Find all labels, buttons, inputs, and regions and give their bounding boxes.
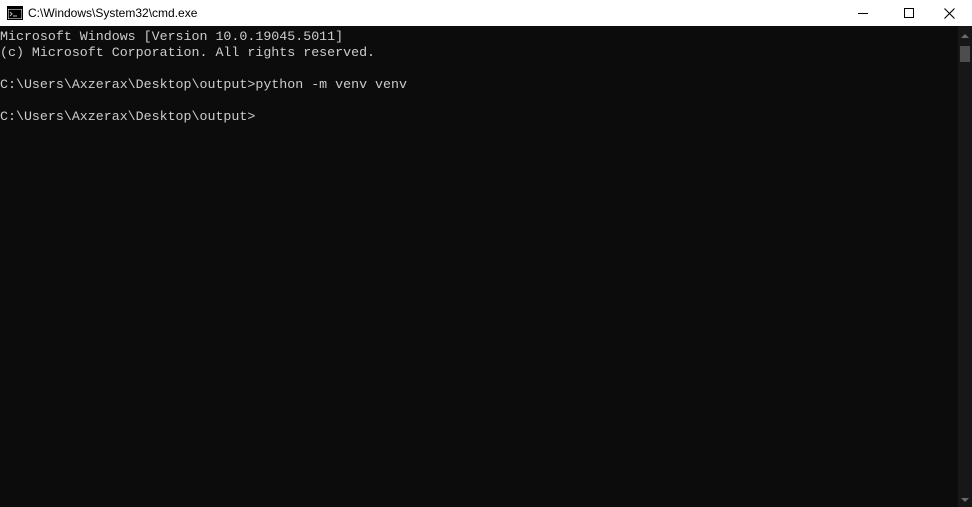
- close-button[interactable]: [926, 0, 972, 26]
- close-icon: [943, 7, 955, 19]
- chevron-up-icon: [961, 33, 969, 38]
- console-line: C:\Users\Axzerax\Desktop\output>python -…: [0, 77, 407, 92]
- console-output[interactable]: Microsoft Windows [Version 10.0.19045.50…: [0, 26, 958, 507]
- title-bar[interactable]: C:\Windows\System32\cmd.exe: [0, 0, 972, 26]
- window-title: C:\Windows\System32\cmd.exe: [28, 6, 198, 20]
- chevron-down-icon: [961, 497, 969, 502]
- cmd-window: C:\Windows\System32\cmd.exe Microsoft Wi…: [0, 0, 972, 507]
- maximize-icon: [904, 8, 914, 18]
- console-line: (c) Microsoft Corporation. All rights re…: [0, 45, 376, 60]
- scroll-thumb[interactable]: [960, 46, 970, 62]
- minimize-icon: [858, 13, 868, 14]
- scroll-down-button[interactable]: [958, 493, 972, 507]
- console-line: Microsoft Windows [Version 10.0.19045.50…: [0, 29, 344, 44]
- minimize-button[interactable]: [840, 0, 886, 26]
- vertical-scrollbar[interactable]: [958, 26, 972, 507]
- scroll-up-button[interactable]: [958, 28, 972, 42]
- cmd-icon[interactable]: [7, 6, 23, 20]
- command-prompt[interactable]: C:\Users\Axzerax\Desktop\output>: [0, 109, 255, 125]
